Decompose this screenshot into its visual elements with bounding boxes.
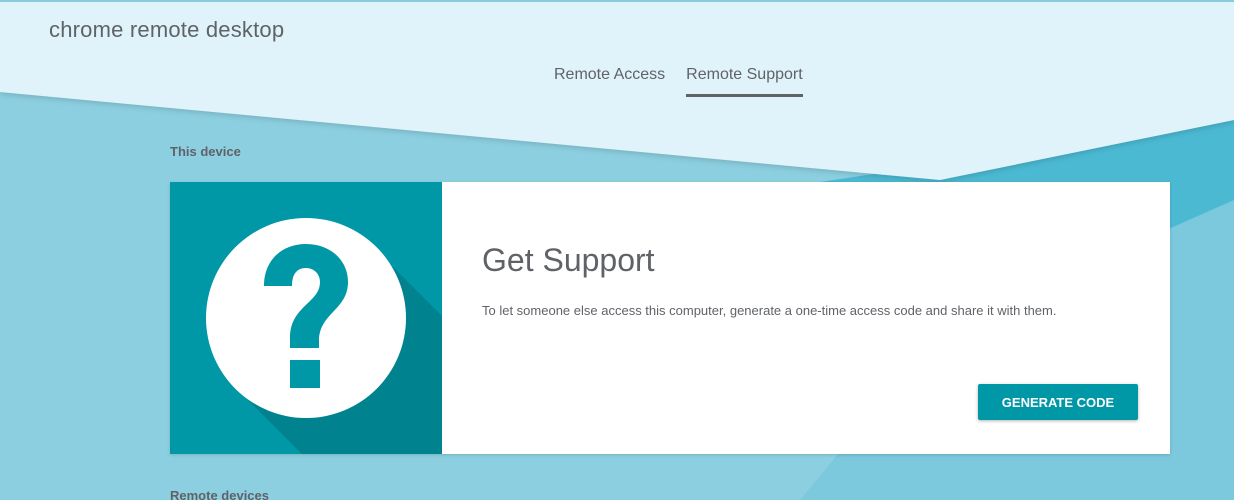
generate-code-button[interactable]: GENERATE CODE xyxy=(978,384,1138,420)
this-device-heading: This device xyxy=(170,144,241,159)
tab-remote-support[interactable]: Remote Support xyxy=(686,66,803,97)
app-window: chrome remote desktop Remote Access Remo… xyxy=(0,0,1234,500)
remote-devices-heading: Remote devices xyxy=(170,488,269,500)
tab-remote-access[interactable]: Remote Access xyxy=(554,66,665,96)
help-question-icon xyxy=(170,182,442,454)
app-title: chrome remote desktop xyxy=(49,17,285,42)
card-title: Get Support xyxy=(482,242,655,278)
card-icon-panel xyxy=(170,182,442,454)
main-tabs: Remote Access Remote Support xyxy=(554,66,824,97)
get-support-card: Get Support To let someone else access t… xyxy=(170,182,1170,454)
card-description: To let someone else access this computer… xyxy=(482,303,1057,318)
